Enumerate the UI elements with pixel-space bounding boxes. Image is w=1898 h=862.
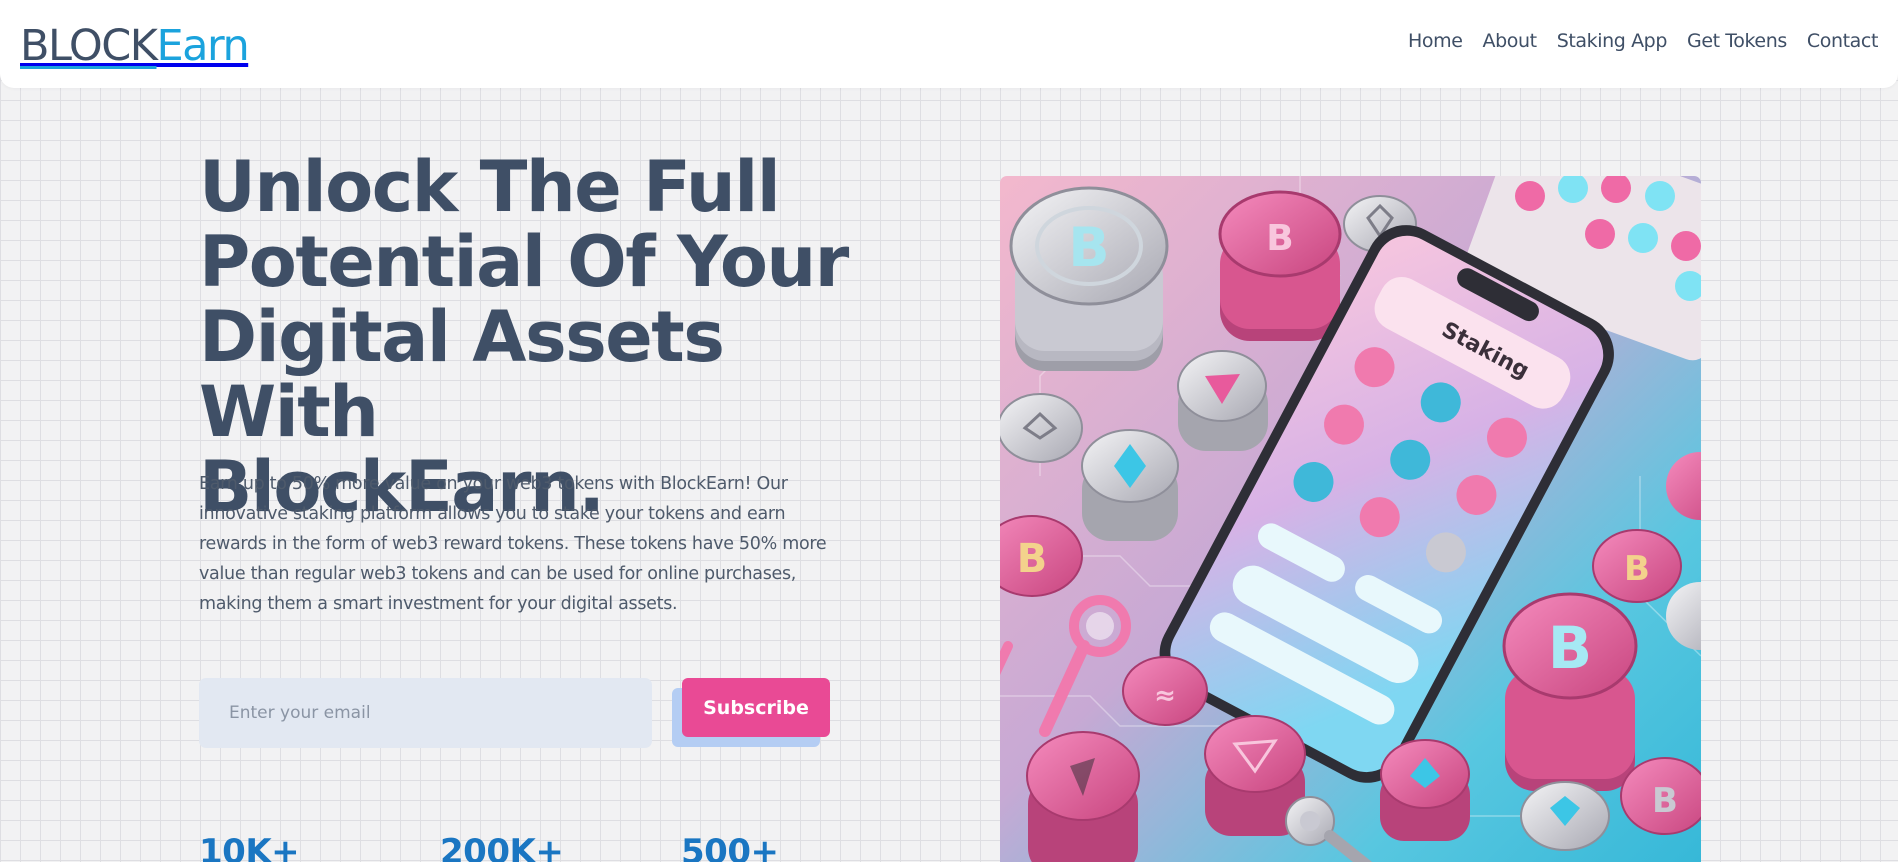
hero-title-line: Potential Of Your [199, 221, 849, 303]
nav-link-about[interactable]: About [1483, 30, 1538, 52]
bitcoin-coin-icon: B [1009, 186, 1169, 371]
coin-icon: B [1620, 757, 1701, 835]
coin-icon [1026, 731, 1140, 862]
coin-icon [1520, 781, 1610, 851]
svg-text:B: B [1652, 781, 1678, 821]
hero-description: Earn up to 50% more value on your web3 t… [199, 474, 827, 614]
svg-text:B: B [1068, 216, 1109, 279]
svg-text:B: B [1624, 549, 1650, 589]
nav-item-get-tokens: Get Tokens [1687, 30, 1787, 52]
svg-text:B: B [1266, 218, 1293, 259]
pink-coin-stack: B [1218, 190, 1342, 341]
bitcoin-coin-icon: B [1502, 592, 1638, 791]
nav-link-contact[interactable]: Contact [1807, 30, 1879, 52]
logo-block-text: BLOCK [20, 21, 158, 71]
nav-menu: Home About Staking App Get Tokens Contac… [1408, 30, 1878, 52]
nav-link-get-tokens[interactable]: Get Tokens [1687, 30, 1787, 52]
coin-icon [1000, 393, 1083, 463]
coin-icon [1177, 350, 1268, 451]
nav-item-contact: Contact [1807, 30, 1879, 52]
stat-value: 10K+ [199, 832, 300, 862]
svg-text:B: B [1548, 614, 1592, 682]
nav-item-staking-app: Staking App [1557, 30, 1668, 52]
coin-icon [1380, 739, 1470, 841]
coin-icon: B [1592, 529, 1682, 603]
nav-item-about: About [1483, 30, 1538, 52]
nav-link-home[interactable]: Home [1408, 30, 1463, 52]
subscribe-button[interactable]: Subscribe [682, 678, 830, 737]
hero-title-line: Digital Assets With [199, 296, 725, 453]
hero-title-line: Unlock The Full [199, 146, 781, 228]
coin-icon [1081, 429, 1179, 541]
logo-earn-text: Earn [156, 21, 250, 71]
navbar: BLOCKEarn Home About Staking App Get Tok… [0, 0, 1898, 88]
coin-icon: ≈ [1122, 656, 1208, 726]
nav-item-home: Home [1408, 30, 1463, 52]
hero-image: B B B Staking B B ≈ B [1000, 176, 1701, 862]
staking-illustration: B B B Staking B B ≈ B [1000, 176, 1701, 862]
email-input[interactable] [199, 678, 652, 748]
svg-text:B: B [1017, 536, 1048, 582]
logo[interactable]: BLOCKEarn [20, 18, 250, 74]
stat-value: 200K+ [440, 832, 564, 862]
svg-text:≈: ≈ [1154, 681, 1176, 711]
nav-link-staking-app[interactable]: Staking App [1557, 30, 1668, 52]
stat-value: 500+ [681, 832, 779, 862]
